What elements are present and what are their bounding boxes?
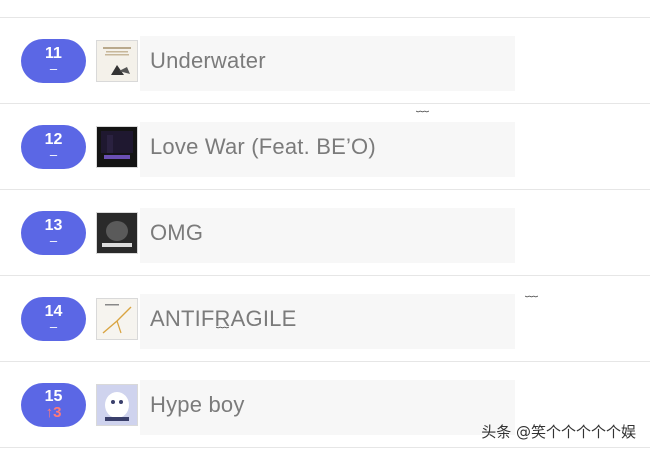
decorative-mark-icon: ﹋ bbox=[416, 110, 430, 125]
decorative-mark-icon: ﹋ bbox=[525, 295, 539, 310]
rank-badge: 12 – bbox=[21, 124, 86, 169]
rank-change: – bbox=[49, 233, 58, 248]
song-title[interactable]: Underwater bbox=[150, 48, 266, 74]
list-item[interactable]: 12 – Love War (Feat. BE’O) bbox=[0, 104, 650, 190]
rank-badge: 15 ↑3 bbox=[21, 382, 86, 427]
decorative-mark-icon: ﹋ bbox=[216, 326, 230, 341]
list-item[interactable]: 13 – OMG bbox=[0, 190, 650, 276]
rank-number: 13 bbox=[44, 217, 63, 234]
rank-number: 12 bbox=[44, 131, 63, 148]
album-cover[interactable] bbox=[96, 383, 138, 426]
rank-change: – bbox=[49, 61, 58, 76]
rank-badge: 14 – bbox=[21, 296, 86, 341]
rank-change-up: ↑3 bbox=[45, 404, 62, 421]
album-cover[interactable] bbox=[96, 39, 138, 82]
album-cover[interactable] bbox=[96, 211, 138, 254]
rank-number: 15 bbox=[44, 388, 63, 405]
list-item[interactable]: 11 – Underwater bbox=[0, 18, 650, 104]
album-cover[interactable] bbox=[96, 297, 138, 340]
song-title[interactable]: Love War (Feat. BE’O) bbox=[150, 134, 376, 160]
rank-change: – bbox=[49, 147, 58, 162]
rank-badge: 11 – bbox=[21, 38, 86, 83]
rank-badge: 13 – bbox=[21, 210, 86, 255]
rank-number: 14 bbox=[44, 303, 63, 320]
song-title[interactable]: Hype boy bbox=[150, 392, 245, 418]
watermark: 头条 @笑个个个个个娱 bbox=[481, 423, 636, 441]
list-top-divider bbox=[0, 0, 650, 18]
album-cover[interactable] bbox=[96, 125, 138, 168]
rank-change: – bbox=[49, 319, 58, 334]
song-title[interactable]: OMG bbox=[150, 220, 203, 246]
list-item[interactable]: 14 – ANTIFRAGILE bbox=[0, 276, 650, 362]
rank-number: 11 bbox=[45, 45, 62, 62]
chart-list: 11 – Underwater 12 – Love War (Feat. BE’… bbox=[0, 0, 650, 450]
